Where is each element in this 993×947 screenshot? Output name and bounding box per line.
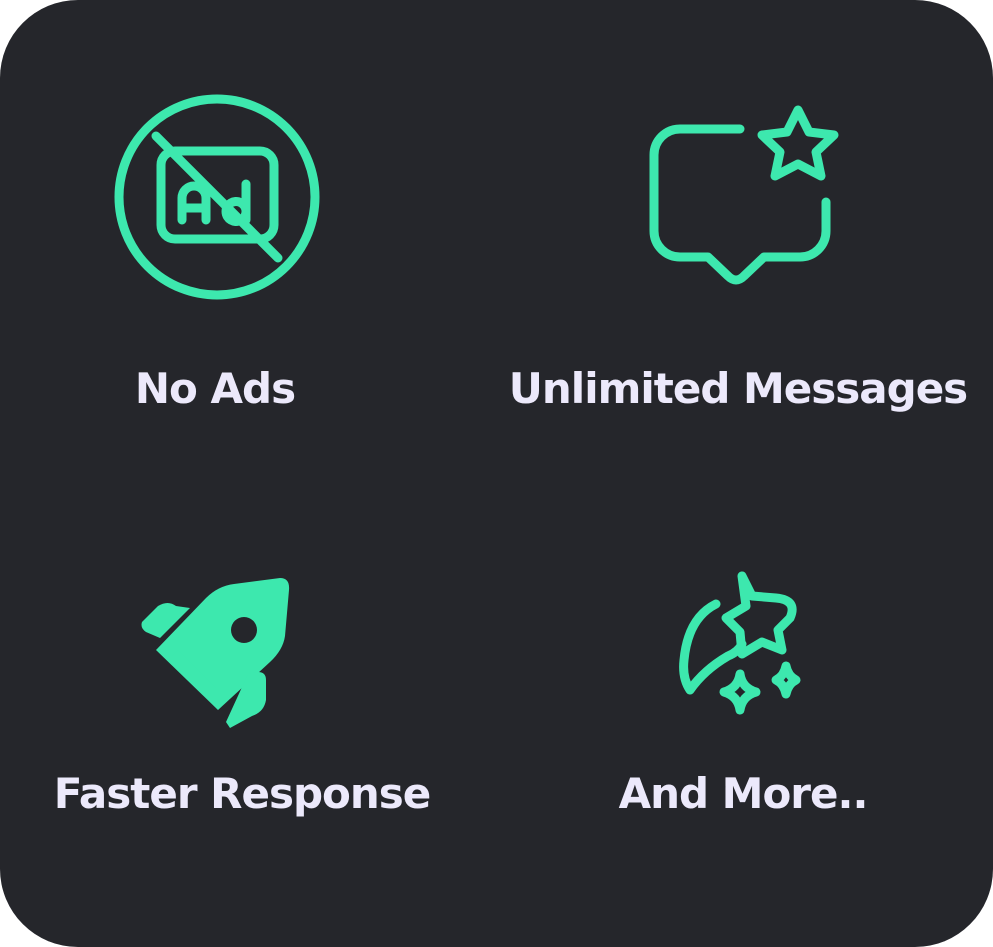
moon-stars-icon bbox=[676, 570, 810, 728]
rocket-icon bbox=[138, 576, 292, 728]
feature-label: Unlimited Messages bbox=[508, 364, 968, 413]
feature-label: No Ads bbox=[134, 364, 296, 413]
feature-label: Faster Response bbox=[53, 769, 432, 818]
no-ads-icon bbox=[114, 94, 320, 300]
message-star-icon bbox=[648, 104, 842, 288]
premium-features-card: No Ads Unlimited Messages Faster Respons… bbox=[0, 0, 993, 947]
feature-label: And More.. bbox=[618, 769, 869, 818]
